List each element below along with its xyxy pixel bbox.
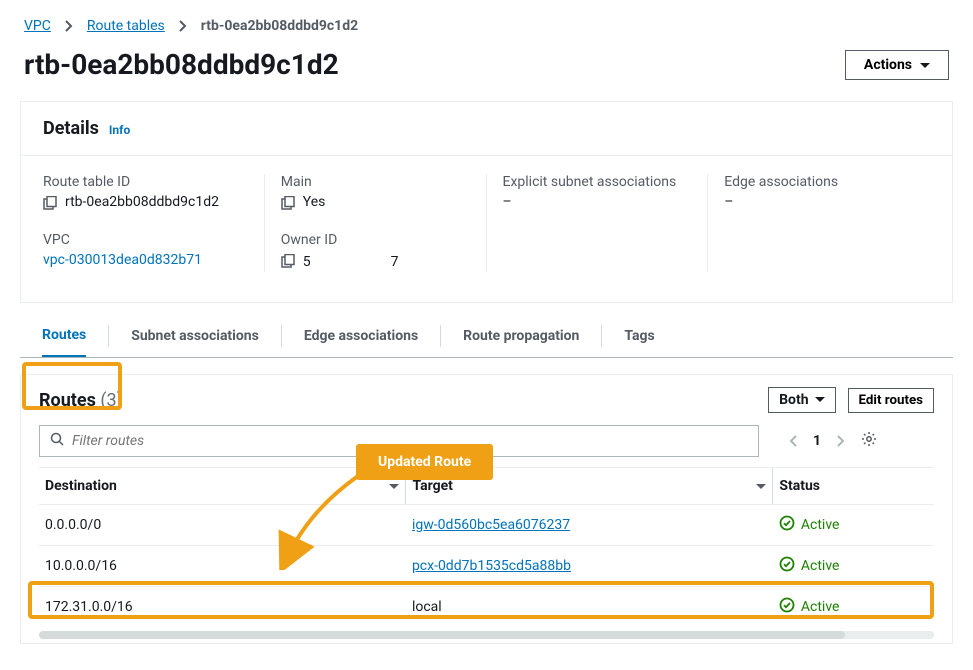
main-value: Yes — [303, 194, 326, 210]
tab-separator — [108, 325, 109, 347]
tab-separator — [601, 325, 602, 347]
page-title: rtb-0ea2bb08ddbd9c1d2 — [24, 48, 339, 81]
breadcrumb-vpc[interactable]: VPC — [24, 18, 51, 34]
vpc-link[interactable]: vpc-030013dea0d832b71 — [43, 252, 202, 268]
tab-route-propagation[interactable]: Route propagation — [463, 316, 579, 356]
check-circle-icon — [779, 597, 795, 617]
edit-routes-button[interactable]: Edit routes — [848, 388, 934, 413]
explicit-subnet-value: – — [503, 194, 512, 210]
tabs: Routes Subnet associations Edge associat… — [20, 315, 953, 358]
edge-associations-label: Edge associations — [724, 174, 914, 190]
cell-target: local — [406, 587, 773, 628]
cell-status: Active — [773, 505, 934, 546]
details-card: Details Info Route table ID rtb-0ea2bb08… — [20, 101, 953, 303]
tab-edge-associations[interactable]: Edge associations — [304, 316, 418, 356]
caret-down-icon — [815, 397, 825, 403]
info-link[interactable]: Info — [109, 123, 130, 137]
routes-title: Routes (3) — [39, 390, 123, 411]
cell-status: Active — [773, 546, 934, 587]
routes-panel: Routes (3) Both Edit routes — [20, 374, 953, 644]
tab-separator — [440, 325, 441, 347]
copy-icon[interactable] — [281, 196, 295, 214]
check-circle-icon — [779, 556, 795, 576]
route-table-id-label: Route table ID — [43, 174, 248, 190]
routes-table: Destination Target Status 0.0.0.0/0 igw-0… — [39, 467, 934, 627]
copy-icon[interactable] — [43, 196, 57, 214]
main-label: Main — [281, 174, 470, 190]
cell-target: igw-0d560bc5ea6076237 — [406, 505, 773, 546]
page-prev[interactable] — [789, 435, 797, 447]
target-link[interactable]: igw-0d560bc5ea6076237 — [412, 517, 570, 533]
cell-destination: 10.0.0.0/16 — [39, 546, 406, 587]
check-circle-icon — [779, 515, 795, 535]
filter-routes-field[interactable] — [72, 433, 748, 449]
chevron-right-icon — [65, 20, 73, 32]
sort-icon — [389, 478, 399, 494]
actions-button-label: Actions — [864, 57, 912, 73]
breadcrumb-current: rtb-0ea2bb08ddbd9c1d2 — [201, 18, 358, 34]
owner-id-label: Owner ID — [281, 232, 470, 248]
routes-filter-select[interactable]: Both — [768, 387, 835, 413]
gear-icon[interactable] — [861, 431, 877, 451]
page-number: 1 — [813, 433, 821, 449]
table-row[interactable]: 172.31.0.0/16localActive — [39, 587, 934, 628]
breadcrumb-route-tables[interactable]: Route tables — [87, 18, 165, 34]
horizontal-scrollbar[interactable] — [39, 631, 934, 639]
sort-icon — [756, 478, 766, 494]
cell-destination: 0.0.0.0/0 — [39, 505, 406, 546]
chevron-right-icon — [179, 20, 187, 32]
cell-status: Active — [773, 587, 934, 628]
page-next[interactable] — [837, 435, 845, 447]
col-status[interactable]: Status — [773, 468, 934, 505]
owner-id-value: 57 — [303, 252, 399, 270]
cell-target: pcx-0dd7b1535cd5a88bb — [406, 546, 773, 587]
tab-routes[interactable]: Routes — [42, 315, 86, 357]
explicit-subnet-label: Explicit subnet associations — [503, 174, 692, 190]
table-row[interactable]: 10.0.0.0/16 pcx-0dd7b1535cd5a88bb Active — [39, 546, 934, 587]
cell-destination: 172.31.0.0/16 — [39, 587, 406, 628]
table-row[interactable]: 0.0.0.0/0 igw-0d560bc5ea6076237 Active — [39, 505, 934, 546]
route-table-id-value: rtb-0ea2bb08ddbd9c1d2 — [65, 194, 219, 210]
details-heading: Details — [43, 118, 99, 139]
breadcrumb: VPC Route tables rtb-0ea2bb08ddbd9c1d2 — [0, 0, 973, 42]
vpc-label: VPC — [43, 232, 248, 248]
tab-subnet-associations[interactable]: Subnet associations — [131, 316, 259, 356]
tab-tags[interactable]: Tags — [624, 316, 654, 356]
edge-associations-value: – — [724, 194, 733, 210]
actions-button[interactable]: Actions — [845, 50, 949, 80]
col-destination[interactable]: Destination — [39, 468, 406, 505]
caret-down-icon — [920, 57, 930, 73]
copy-icon[interactable] — [281, 254, 295, 272]
tab-separator — [281, 325, 282, 347]
search-icon — [50, 432, 64, 450]
target-link[interactable]: pcx-0dd7b1535cd5a88bb — [412, 558, 571, 574]
filter-routes-input[interactable] — [39, 425, 759, 457]
col-target[interactable]: Target — [406, 468, 773, 505]
